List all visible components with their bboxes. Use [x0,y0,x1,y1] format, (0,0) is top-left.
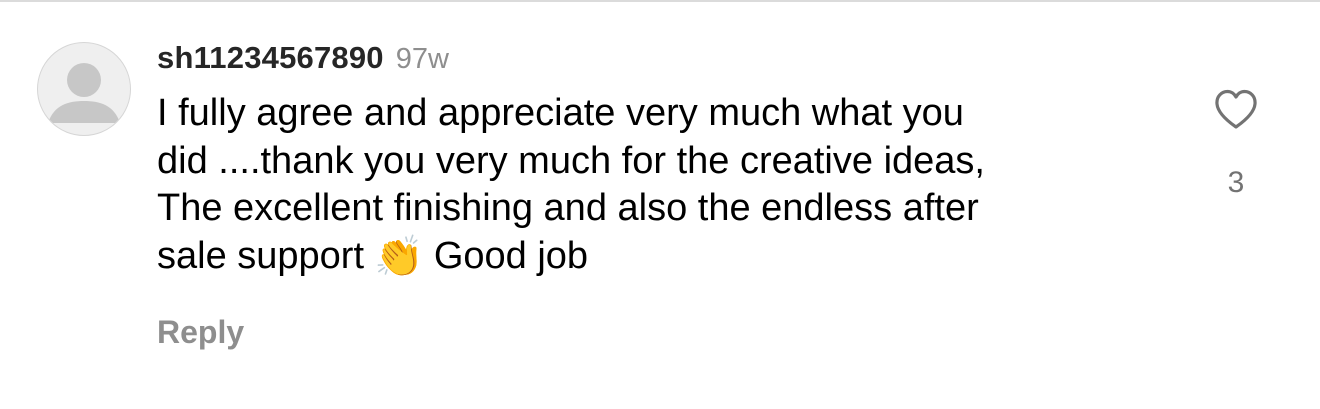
like-button[interactable] [1212,86,1260,134]
comment-text-tail: Good job [433,234,589,277]
reply-button[interactable]: Reply [157,314,244,351]
comment-text: I fully agree and appreciate very much w… [157,90,1147,280]
default-avatar-icon [48,63,120,123]
heart-outline-icon [1215,89,1257,129]
top-divider [0,0,1320,2]
like-count: 3 [1227,166,1245,199]
clapping-hands-emoji: 👏 [374,234,424,279]
comment-body: sh11234567890 97w I fully agree and appr… [157,40,1147,280]
timestamp[interactable]: 97w [396,43,449,76]
username[interactable]: sh11234567890 [157,40,384,76]
avatar[interactable] [37,42,131,136]
comment-header: sh11234567890 97w [157,40,1147,88]
